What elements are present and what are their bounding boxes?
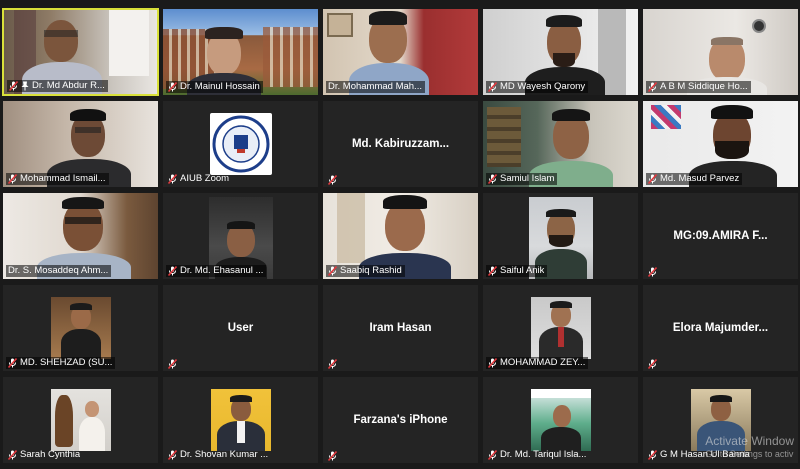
muted-mic-icon [488, 82, 497, 92]
gallery-grid: Dr. Md Abdur R... Dr. Mainul Hossain Dr.… [2, 8, 799, 466]
muted-mic-icon [328, 266, 337, 276]
participant-tile[interactable]: Samiul Islam [482, 100, 639, 188]
participant-display-name: Md. Kabiruzzam... [351, 138, 450, 150]
participant-tile[interactable]: Md. Masud Parvez [642, 100, 799, 188]
participant-tile[interactable]: Elora Majumder... [642, 284, 799, 372]
participant-name-label: Saabiq Rashid [326, 265, 405, 277]
participant-tile[interactable]: Dr. Shovan Kumar ... [162, 376, 319, 464]
participant-name-label: MD Wayesh Qarony [486, 81, 589, 93]
participant-name-label [646, 359, 660, 369]
muted-mic-icon [328, 451, 337, 461]
participant-name-label [646, 267, 660, 277]
profile-logo-image [210, 113, 272, 175]
participant-name-label: Dr. Shovan Kumar ... [166, 449, 271, 461]
muted-mic-icon [648, 359, 657, 369]
participant-tile[interactable]: Sarah Cynthia [2, 376, 159, 464]
participant-tile[interactable]: Dr. S. Mosaddeq Ahm... [2, 192, 159, 280]
participant-tile[interactable]: MD. SHEHZAD (SU... [2, 284, 159, 372]
muted-mic-icon [168, 82, 177, 92]
profile-photo [51, 297, 111, 359]
participant-name-label: Samiul Islam [486, 173, 558, 185]
participant-tile[interactable]: Saiful Anik [482, 192, 639, 280]
participant-tile[interactable]: AIUB Zoom [162, 100, 319, 188]
muted-mic-icon [9, 81, 18, 91]
participant-name-label [326, 451, 340, 461]
profile-photo [531, 389, 591, 451]
participant-name-label [326, 175, 340, 185]
muted-mic-icon [8, 358, 17, 368]
participant-name-label: A B M Siddique Ho... [646, 81, 751, 93]
participant-name-label: MD. SHEHZAD (SU... [6, 357, 116, 369]
participant-name-label: Sarah Cynthia [6, 449, 83, 461]
muted-mic-icon [328, 175, 337, 185]
participant-display-name: Elora Majumder... [672, 322, 769, 334]
participant-tile[interactable]: Saabiq Rashid [322, 192, 479, 280]
muted-mic-icon [8, 174, 17, 184]
participant-name-label: Md. Masud Parvez [646, 173, 743, 185]
participant-tile[interactable]: G M Hasan Ul Banna Activate Window Go to… [642, 376, 799, 464]
participant-tile[interactable]: MOHAMMAD ZEY... [482, 284, 639, 372]
muted-mic-icon [168, 266, 177, 276]
participant-name-label [166, 359, 180, 369]
participant-display-name: MG:09.AMIRA F... [673, 230, 768, 242]
participant-name-label [326, 359, 340, 369]
participant-name-label: Dr. S. Mosaddeq Ahm... [6, 265, 112, 277]
participant-name-label: AIUB Zoom [166, 173, 232, 185]
profile-photo [51, 389, 111, 451]
participant-tile[interactable]: Iram Hasan [322, 284, 479, 372]
pin-icon [21, 81, 29, 91]
muted-mic-icon [648, 174, 657, 184]
participant-name-label: Dr. Md. Ehasanul ... [166, 265, 267, 277]
muted-mic-icon [488, 266, 497, 276]
profile-photo [211, 389, 271, 451]
participant-tile[interactable]: Dr. Md. Ehasanul ... [162, 192, 319, 280]
participant-tile[interactable]: Dr. Md Abdur R... [2, 8, 159, 96]
participant-display-name: Iram Hasan [369, 322, 432, 334]
participant-tile[interactable]: A B M Siddique Ho... [642, 8, 799, 96]
muted-mic-icon [648, 267, 657, 277]
muted-mic-icon [488, 358, 497, 368]
participant-name-label: Dr. Md Abdur R... [7, 80, 108, 92]
muted-mic-icon [648, 82, 657, 92]
muted-mic-icon [648, 450, 657, 460]
participant-tile[interactable]: MG:09.AMIRA F... [642, 192, 799, 280]
muted-mic-icon [328, 359, 337, 369]
participant-tile[interactable]: Dr. Mainul Hossain [162, 8, 319, 96]
participant-name-label: MOHAMMAD ZEY... [486, 357, 589, 369]
watermark-line-2: Go to Settings to activ [705, 449, 794, 459]
participant-tile[interactable]: Farzana's iPhone [322, 376, 479, 464]
profile-photo [531, 297, 591, 359]
muted-mic-icon [168, 359, 177, 369]
participant-name-label: Dr. Mohammad Mah... [326, 81, 425, 93]
participant-name-label: Dr. Mainul Hossain [166, 81, 263, 93]
muted-mic-icon [488, 174, 497, 184]
participant-name-label: Mohammad Ismail... [6, 173, 109, 185]
participant-tile[interactable]: Dr. Mohammad Mah... [322, 8, 479, 96]
participant-tile[interactable]: MD Wayesh Qarony [482, 8, 639, 96]
participant-tile[interactable]: User [162, 284, 319, 372]
participant-name-label: Dr. Md. Tariqul Isla... [486, 449, 589, 461]
university-seal-icon [212, 115, 270, 173]
windows-activation-watermark: Activate Window Go to Settings to activ [705, 435, 794, 461]
muted-mic-icon [168, 450, 177, 460]
muted-mic-icon [168, 174, 177, 184]
muted-mic-icon [8, 450, 17, 460]
watermark-line-1: Activate Window [705, 434, 794, 448]
participant-display-name: Farzana's iPhone [353, 414, 448, 426]
participant-tile[interactable]: Md. Kabiruzzam... [322, 100, 479, 188]
participant-display-name: User [227, 322, 254, 334]
participant-tile[interactable]: Mohammad Ismail... [2, 100, 159, 188]
participant-tile[interactable]: Dr. Md. Tariqul Isla... [482, 376, 639, 464]
muted-mic-icon [488, 450, 497, 460]
participant-name-label: Saiful Anik [486, 265, 548, 277]
